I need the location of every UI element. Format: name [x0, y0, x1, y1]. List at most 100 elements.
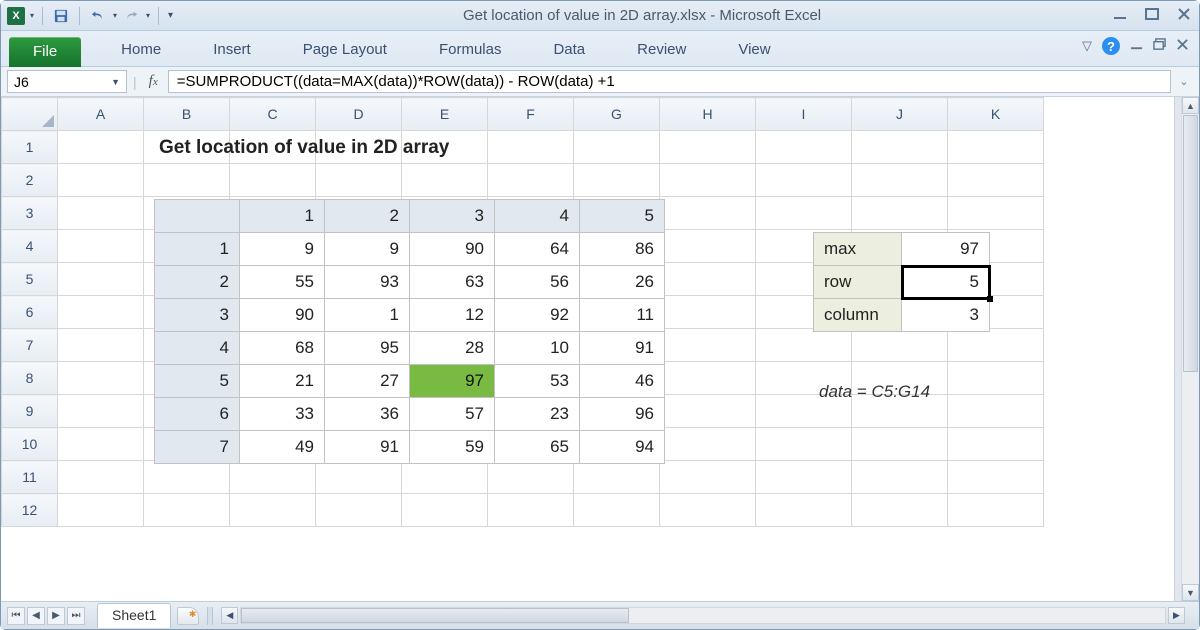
column-header[interactable]: J [852, 98, 948, 131]
cell[interactable] [852, 131, 948, 164]
cell[interactable] [756, 131, 852, 164]
row-header[interactable]: 12 [2, 494, 58, 527]
tab-nav-first[interactable]: ⏮ [7, 607, 25, 625]
cell[interactable] [660, 362, 756, 395]
workbook-restore-button[interactable] [1153, 38, 1166, 54]
scroll-right-button[interactable]: ▶ [1168, 607, 1185, 624]
cell[interactable] [660, 428, 756, 461]
cell[interactable] [230, 494, 316, 527]
cell[interactable] [660, 296, 756, 329]
row-header[interactable]: 5 [2, 263, 58, 296]
row-header[interactable]: 3 [2, 197, 58, 230]
undo-icon[interactable] [88, 6, 108, 26]
cell[interactable] [488, 164, 574, 197]
column-header[interactable]: E [402, 98, 488, 131]
cell[interactable] [852, 197, 948, 230]
cell[interactable] [58, 164, 144, 197]
scroll-down-button[interactable]: ▼ [1182, 584, 1199, 601]
column-header[interactable]: B [144, 98, 230, 131]
cell[interactable] [660, 131, 756, 164]
row-header[interactable]: 6 [2, 296, 58, 329]
cell[interactable] [948, 494, 1044, 527]
cell[interactable] [316, 494, 402, 527]
tab-data[interactable]: Data [541, 35, 597, 66]
tab-review[interactable]: Review [625, 35, 698, 66]
cell[interactable] [852, 164, 948, 197]
tab-insert[interactable]: Insert [201, 35, 263, 66]
scroll-thumb[interactable] [241, 608, 629, 623]
tab-formulas[interactable]: Formulas [427, 35, 514, 66]
vertical-scrollbar[interactable]: ▲ ▼ [1181, 97, 1199, 601]
cell[interactable] [660, 263, 756, 296]
column-header[interactable]: F [488, 98, 574, 131]
cell[interactable] [660, 230, 756, 263]
result-value-row[interactable]: 5 [902, 266, 990, 299]
cell[interactable] [660, 197, 756, 230]
cell[interactable] [58, 230, 144, 263]
cell[interactable] [58, 263, 144, 296]
cell[interactable] [852, 494, 948, 527]
cell[interactable] [660, 395, 756, 428]
column-header[interactable]: A [58, 98, 144, 131]
row-header[interactable]: 10 [2, 428, 58, 461]
cell[interactable] [58, 197, 144, 230]
help-icon[interactable]: ? [1102, 37, 1120, 55]
new-sheet-button[interactable] [177, 607, 199, 625]
cell[interactable] [756, 461, 852, 494]
tab-nav-prev[interactable]: ◀ [27, 607, 45, 625]
workbook-minimize-button[interactable] [1130, 38, 1143, 54]
fx-icon[interactable]: fx [143, 73, 164, 90]
spreadsheet-grid[interactable]: ABCDEFGHIJK123456789101112 Get location … [1, 97, 1174, 601]
row-header[interactable]: 7 [2, 329, 58, 362]
column-header[interactable]: H [660, 98, 756, 131]
column-header[interactable]: G [574, 98, 660, 131]
cell[interactable] [948, 395, 1044, 428]
chevron-down-icon[interactable]: ▾ [146, 11, 150, 20]
row-header[interactable]: 2 [2, 164, 58, 197]
tab-split-handle[interactable] [207, 607, 213, 625]
cell[interactable] [756, 197, 852, 230]
cell[interactable] [756, 428, 852, 461]
cell[interactable] [852, 461, 948, 494]
formula-input[interactable]: =SUMPRODUCT((data=MAX(data))*ROW(data)) … [168, 70, 1171, 93]
workbook-close-button[interactable] [1176, 38, 1189, 54]
chevron-down-icon[interactable]: ▾ [30, 11, 34, 20]
minimize-button[interactable] [1111, 7, 1129, 25]
scroll-up-button[interactable]: ▲ [1182, 97, 1199, 114]
cell[interactable] [574, 131, 660, 164]
tab-view[interactable]: View [726, 35, 782, 66]
cell[interactable] [316, 461, 402, 494]
cell[interactable] [948, 428, 1044, 461]
save-icon[interactable] [51, 6, 71, 26]
cell[interactable] [948, 197, 1044, 230]
cell[interactable] [144, 461, 230, 494]
chevron-down-icon[interactable]: ▾ [113, 11, 117, 20]
cell[interactable] [488, 494, 574, 527]
row-header[interactable]: 1 [2, 131, 58, 164]
cell[interactable] [660, 494, 756, 527]
cell[interactable] [58, 428, 144, 461]
scroll-thumb[interactable] [1183, 115, 1198, 372]
cell[interactable] [756, 494, 852, 527]
tab-nav-last[interactable]: ⏭ [67, 607, 85, 625]
cell[interactable] [58, 395, 144, 428]
formula-bar-expand-icon[interactable]: ⌄ [1175, 75, 1193, 88]
column-header[interactable]: K [948, 98, 1044, 131]
cell[interactable] [756, 329, 852, 362]
cell[interactable] [948, 362, 1044, 395]
cell[interactable] [58, 461, 144, 494]
cell[interactable] [58, 362, 144, 395]
tab-nav-next[interactable]: ▶ [47, 607, 65, 625]
cell[interactable] [230, 461, 316, 494]
cell[interactable] [58, 494, 144, 527]
row-header[interactable]: 8 [2, 362, 58, 395]
cell[interactable] [574, 494, 660, 527]
cell[interactable] [756, 164, 852, 197]
row-header[interactable]: 11 [2, 461, 58, 494]
ribbon-minimize-icon[interactable]: ▽ [1082, 38, 1092, 54]
cell[interactable] [488, 461, 574, 494]
cell[interactable] [948, 164, 1044, 197]
row-header[interactable]: 9 [2, 395, 58, 428]
maximize-button[interactable] [1143, 7, 1161, 25]
cell[interactable] [230, 164, 316, 197]
